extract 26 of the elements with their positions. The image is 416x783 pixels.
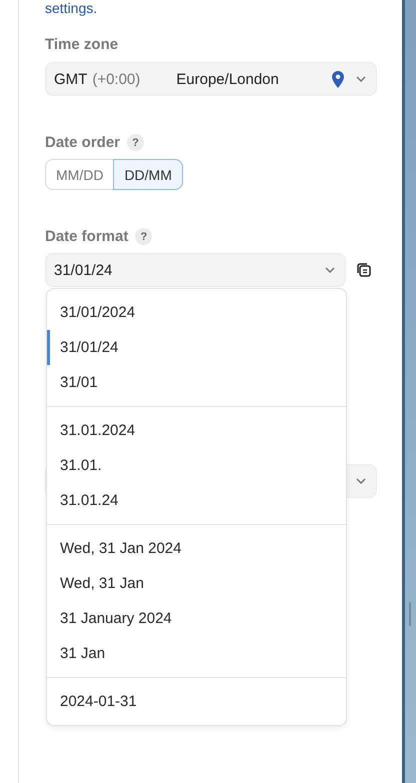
help-icon[interactable]: ? (135, 228, 152, 245)
help-icon[interactable]: ? (127, 134, 144, 151)
date-format-option[interactable]: 31 January 2024 (47, 601, 346, 636)
date-format-option[interactable]: 31/01/2024 (47, 295, 346, 330)
date-format-option[interactable]: 31.01.2024 (47, 413, 346, 448)
date-format-option[interactable]: Wed, 31 Jan 2024 (47, 531, 346, 566)
date-format-label: Date format (45, 228, 128, 245)
date-format-select[interactable]: 31/01/24 (45, 253, 346, 287)
date-format-option[interactable]: 31/01 (47, 365, 346, 400)
date-format-option[interactable]: 31/01/24 (47, 330, 346, 365)
settings-link[interactable]: settings. (45, 0, 98, 16)
chevron-down-icon (356, 76, 366, 82)
date-format-option[interactable]: 31.01.24 (47, 483, 346, 518)
date-format-option[interactable]: 2024-01-31 (47, 684, 346, 719)
chevron-down-icon (356, 478, 366, 484)
date-format-option[interactable]: Wed, 31 Jan (47, 566, 346, 601)
copy-icon[interactable] (356, 262, 372, 278)
date-order-option[interactable]: MM/DD (45, 159, 114, 190)
date-order-label: Date order (45, 134, 120, 151)
time-zone-label: Time zone (45, 36, 118, 53)
date-format-option[interactable]: 31.01. (47, 448, 346, 483)
date-order-option[interactable]: DD/MM (113, 159, 183, 190)
date-format-option[interactable]: 31 Jan (47, 636, 346, 671)
time-zone-select[interactable]: GMT (+0:00) Europe/London (45, 62, 377, 96)
chevron-down-icon (325, 267, 335, 273)
location-pin-icon (332, 70, 344, 88)
